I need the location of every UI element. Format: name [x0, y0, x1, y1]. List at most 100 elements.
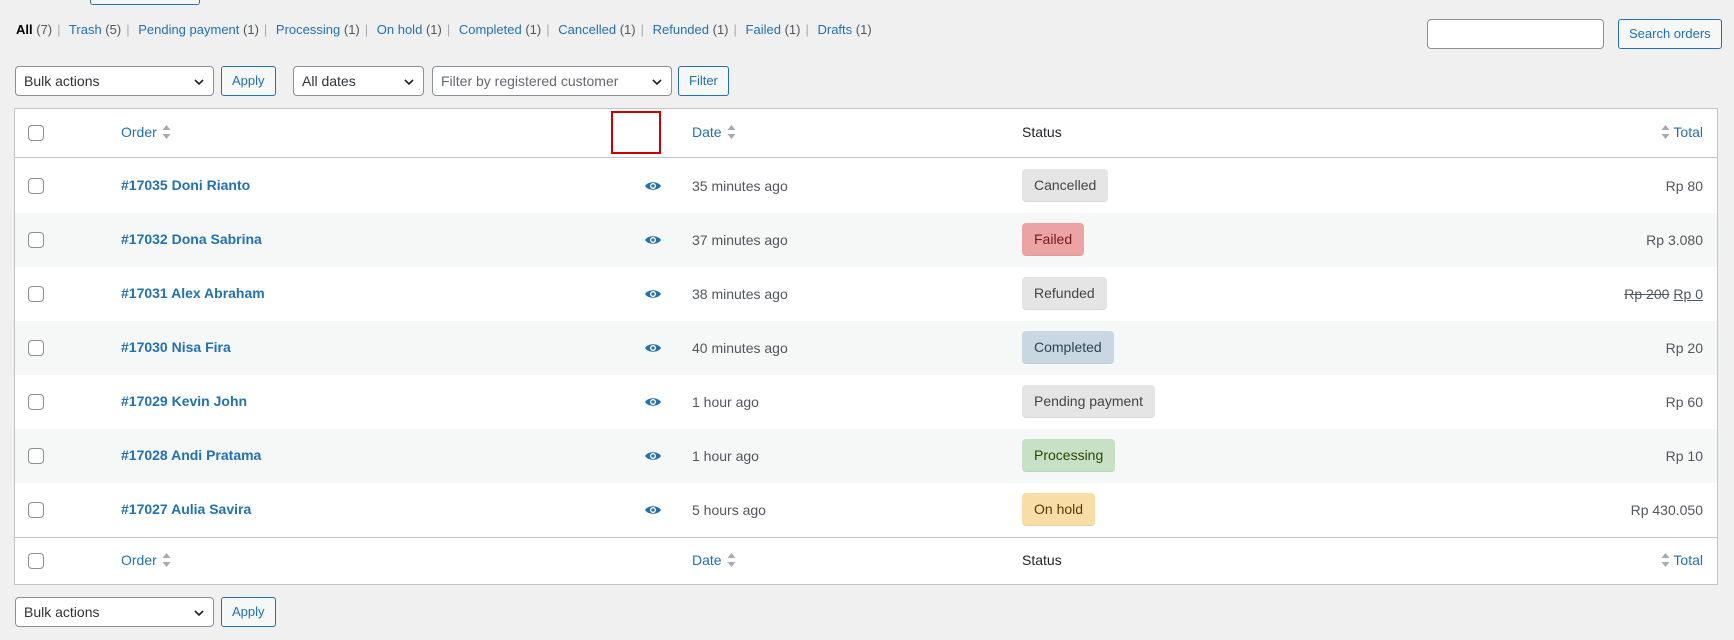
filter-completed-link[interactable]: Completed	[459, 22, 522, 37]
row-checkbox[interactable]	[28, 448, 44, 464]
order-column-header[interactable]: Order	[121, 124, 171, 140]
status-badge: On hold	[1022, 493, 1096, 526]
eye-icon[interactable]	[644, 179, 662, 193]
date-filter-select[interactable]: All dates	[293, 66, 424, 96]
filter-refunded-link[interactable]: Refunded	[653, 22, 709, 37]
order-date: 40 minutes ago	[692, 340, 788, 356]
order-total: Rp 3.080	[1646, 232, 1703, 248]
filter-all[interactable]: All (7)	[16, 22, 52, 37]
table-row[interactable]: #17030 Nisa Fira 40 minutes ago Completed R…	[15, 321, 1717, 375]
date-column-label: Date	[692, 552, 722, 568]
apply-button-top[interactable]: Apply	[221, 66, 276, 96]
customer-filter-placeholder: Filter by registered customer	[441, 73, 619, 89]
order-date: 1 hour ago	[692, 394, 759, 410]
filter-all-link[interactable]: All	[16, 22, 33, 37]
total-value: Rp 10	[1665, 448, 1703, 464]
order-link[interactable]: #17031 Alex Abraham	[121, 285, 265, 301]
filter-failed[interactable]: Failed (1)	[746, 22, 801, 37]
table-row[interactable]: #17032 Dona Sabrina 37 minutes ago Failed R…	[15, 213, 1717, 267]
table-row[interactable]: #17031 Alex Abraham 38 minutes ago Refunde…	[15, 267, 1717, 321]
filter-processing[interactable]: Processing (1)	[276, 22, 360, 37]
order-total: Rp 80	[1666, 178, 1703, 194]
filter-count: (1)	[343, 22, 360, 37]
filter-count: (1)	[243, 22, 259, 37]
date-column-header[interactable]: Date	[692, 124, 736, 140]
eye-icon[interactable]	[644, 395, 662, 409]
filter-pending-payment-link[interactable]: Pending payment	[138, 22, 239, 37]
filter-count: (1)	[712, 22, 729, 37]
date-column-footer[interactable]: Date	[692, 552, 736, 568]
date-column-label: Date	[692, 124, 722, 140]
order-link[interactable]: #17030 Nisa Fira	[121, 339, 231, 355]
status-column-header: Status	[1022, 124, 1062, 140]
filter-count: (1)	[784, 22, 801, 37]
eye-icon[interactable]	[644, 449, 662, 463]
bulk-actions-select-bottom[interactable]: Bulk actions	[15, 597, 214, 627]
customer-filter-select[interactable]: Filter by registered customer	[432, 66, 672, 96]
total-column-label: Total	[1673, 124, 1703, 140]
sort-arrows-icon	[727, 125, 736, 139]
filter-trash-link[interactable]: Trash	[69, 22, 102, 37]
search-orders-button[interactable]: Search orders	[1618, 19, 1722, 49]
select-all-checkbox-footer[interactable]	[28, 553, 44, 569]
order-link[interactable]: #17027 Aulia Savira	[121, 501, 251, 517]
row-checkbox[interactable]	[28, 178, 44, 194]
order-link[interactable]: #17032 Dona Sabrina	[121, 231, 262, 247]
order-date: 35 minutes ago	[692, 178, 788, 194]
row-checkbox[interactable]	[28, 286, 44, 302]
row-checkbox[interactable]	[28, 232, 44, 248]
eye-icon[interactable]	[644, 287, 662, 301]
table-row[interactable]: #17027 Aulia Savira 5 hours ago On hold Rp …	[15, 483, 1717, 537]
filter-drafts[interactable]: Drafts (1)	[817, 22, 871, 37]
filter-trash[interactable]: Trash (5)	[69, 22, 121, 37]
row-checkbox[interactable]	[28, 502, 44, 518]
order-column-footer[interactable]: Order	[121, 552, 171, 568]
table-row[interactable]: #17028 Andi Pratama 1 hour ago Processing R…	[15, 429, 1717, 483]
chevron-down-icon	[652, 79, 662, 86]
filter-pending-payment[interactable]: Pending payment (1)	[138, 22, 259, 37]
bulk-actions-value: Bulk actions	[24, 73, 100, 89]
filter-cancelled-link[interactable]: Cancelled	[558, 22, 616, 37]
row-checkbox[interactable]	[28, 394, 44, 410]
order-link[interactable]: #17029 Kevin John	[121, 393, 247, 409]
table-row[interactable]: #17029 Kevin John 1 hour ago Pending payme…	[15, 375, 1717, 429]
eye-icon[interactable]	[644, 341, 662, 355]
status-filter-links: All (7) | Trash (5) | Pending payment (1) |…	[16, 22, 872, 37]
filter-failed-link[interactable]: Failed	[746, 22, 781, 37]
table-header-row: Order Date Status Total	[15, 109, 1717, 158]
chevron-down-icon	[404, 79, 414, 86]
status-badge: Processing	[1022, 439, 1116, 472]
filter-refunded[interactable]: Refunded (1)	[653, 22, 729, 37]
filter-drafts-link[interactable]: Drafts	[817, 22, 852, 37]
order-link[interactable]: #17035 Doni Rianto	[121, 177, 250, 193]
total-column-header[interactable]: Total	[1661, 124, 1703, 140]
row-checkbox[interactable]	[28, 340, 44, 356]
bulk-actions-select-top[interactable]: Bulk actions	[15, 66, 214, 96]
order-link[interactable]: #17028 Andi Pratama	[121, 447, 261, 463]
sort-arrows-icon	[162, 125, 171, 139]
eye-icon[interactable]	[644, 233, 662, 247]
total-column-footer[interactable]: Total	[1661, 552, 1703, 568]
top-button-stub[interactable]	[90, 0, 200, 5]
original-total: Rp 200	[1624, 286, 1670, 302]
filter-on-hold[interactable]: On hold (1)	[377, 22, 442, 37]
filter-processing-link[interactable]: Processing	[276, 22, 340, 37]
filter-button[interactable]: Filter	[678, 66, 729, 96]
select-all-checkbox[interactable]	[28, 125, 44, 141]
order-total: Rp 200 Rp 0	[1624, 286, 1703, 302]
status-badge: Refunded	[1022, 277, 1107, 310]
order-total: Rp 430.050	[1631, 502, 1703, 518]
filter-completed[interactable]: Completed (1)	[459, 22, 541, 37]
total-value: Rp 430.050	[1630, 502, 1703, 518]
filter-count: (7)	[36, 22, 53, 37]
search-orders-input[interactable]	[1427, 19, 1604, 49]
filter-on-hold-link[interactable]: On hold	[377, 22, 423, 37]
apply-button-bottom[interactable]: Apply	[221, 597, 276, 627]
order-column-label: Order	[121, 552, 157, 568]
order-total: Rp 10	[1666, 448, 1703, 464]
filter-cancelled[interactable]: Cancelled (1)	[558, 22, 635, 37]
status-badge: Pending payment	[1022, 385, 1155, 418]
eye-icon[interactable]	[644, 503, 662, 517]
date-filter-value: All dates	[302, 73, 356, 89]
table-row[interactable]: #17035 Doni Rianto 35 minutes ago Cancelle…	[15, 159, 1717, 213]
